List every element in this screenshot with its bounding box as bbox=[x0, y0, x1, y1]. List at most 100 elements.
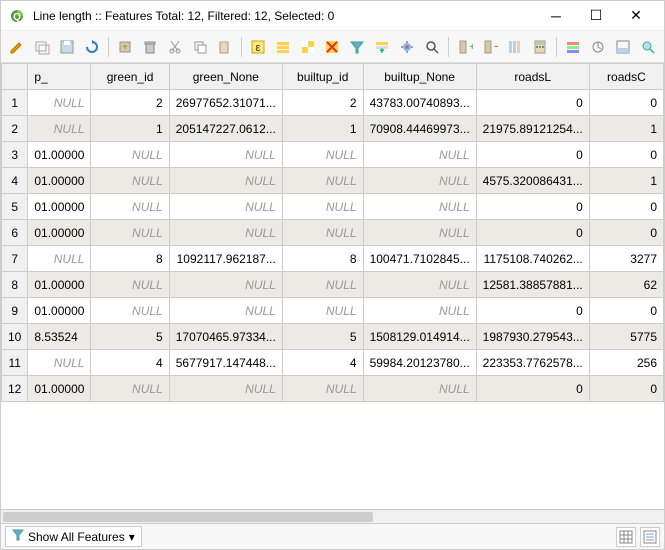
cell[interactable]: 12581.38857881... bbox=[476, 272, 589, 298]
cell[interactable]: 0 bbox=[476, 142, 589, 168]
cell[interactable]: 8 bbox=[91, 246, 169, 272]
column-header[interactable]: builtup_id bbox=[282, 64, 363, 90]
cell[interactable]: NULL bbox=[28, 246, 91, 272]
cell[interactable]: NULL bbox=[91, 298, 169, 324]
cell[interactable]: 8.53524 bbox=[28, 324, 91, 350]
horizontal-scrollbar[interactable] bbox=[1, 509, 664, 523]
select-expression-icon[interactable]: ε bbox=[248, 36, 269, 58]
row-header[interactable]: 9 bbox=[2, 298, 28, 324]
pan-to-icon[interactable] bbox=[396, 36, 417, 58]
cell[interactable]: 0 bbox=[589, 298, 663, 324]
conditional-format-icon[interactable] bbox=[563, 36, 584, 58]
cell[interactable]: NULL bbox=[363, 376, 476, 402]
edit-pencil-icon[interactable] bbox=[7, 36, 28, 58]
cell[interactable]: NULL bbox=[363, 168, 476, 194]
cell[interactable]: NULL bbox=[169, 298, 282, 324]
cell[interactable]: 0 bbox=[589, 90, 663, 116]
cell[interactable]: 2 bbox=[282, 90, 363, 116]
row-header[interactable]: 5 bbox=[2, 194, 28, 220]
cell[interactable]: NULL bbox=[91, 142, 169, 168]
table-row[interactable]: 601.00000NULLNULLNULLNULL00 bbox=[2, 220, 664, 246]
dock-icon[interactable] bbox=[612, 36, 633, 58]
row-header[interactable]: 1 bbox=[2, 90, 28, 116]
column-header[interactable]: green_id bbox=[91, 64, 169, 90]
cell[interactable]: 0 bbox=[476, 220, 589, 246]
cell[interactable]: NULL bbox=[28, 350, 91, 376]
cell[interactable]: NULL bbox=[91, 194, 169, 220]
cell[interactable]: NULL bbox=[169, 194, 282, 220]
cell[interactable]: 1508129.014914... bbox=[363, 324, 476, 350]
close-button[interactable]: ✕ bbox=[616, 2, 656, 30]
cell[interactable]: 5 bbox=[91, 324, 169, 350]
cell[interactable]: 01.00000 bbox=[28, 272, 91, 298]
column-header[interactable]: roadsL bbox=[476, 64, 589, 90]
cell[interactable]: 01.00000 bbox=[28, 194, 91, 220]
cell[interactable]: NULL bbox=[363, 220, 476, 246]
table-container[interactable]: p_green_idgreen_Nonebuiltup_idbuiltup_No… bbox=[1, 63, 664, 509]
cell[interactable]: 8 bbox=[282, 246, 363, 272]
cell[interactable]: 1 bbox=[589, 168, 663, 194]
filter-selection-icon[interactable] bbox=[347, 36, 368, 58]
cell[interactable]: NULL bbox=[169, 142, 282, 168]
cell[interactable]: NULL bbox=[282, 194, 363, 220]
invert-selection-icon[interactable] bbox=[297, 36, 318, 58]
actions-icon[interactable] bbox=[588, 36, 609, 58]
cell[interactable]: 0 bbox=[476, 298, 589, 324]
table-row[interactable]: 501.00000NULLNULLNULLNULL00 bbox=[2, 194, 664, 220]
select-all-icon[interactable] bbox=[273, 36, 294, 58]
cell[interactable]: 4 bbox=[282, 350, 363, 376]
table-row[interactable]: 301.00000NULLNULLNULLNULL00 bbox=[2, 142, 664, 168]
cell[interactable]: 01.00000 bbox=[28, 376, 91, 402]
row-header[interactable]: 8 bbox=[2, 272, 28, 298]
cell[interactable]: 1 bbox=[282, 116, 363, 142]
table-row[interactable]: 7NULL81092117.962187...8100471.7102845..… bbox=[2, 246, 664, 272]
zoom-to-icon[interactable] bbox=[421, 36, 442, 58]
table-row[interactable]: 1201.00000NULLNULLNULLNULL00 bbox=[2, 376, 664, 402]
save-icon[interactable] bbox=[57, 36, 78, 58]
cell[interactable]: 4 bbox=[91, 350, 169, 376]
cell[interactable]: 1092117.962187... bbox=[169, 246, 282, 272]
row-header[interactable]: 4 bbox=[2, 168, 28, 194]
column-header[interactable]: p_ bbox=[28, 64, 91, 90]
cell[interactable]: 62 bbox=[589, 272, 663, 298]
cell[interactable]: NULL bbox=[28, 90, 91, 116]
cell[interactable]: 100471.7102845... bbox=[363, 246, 476, 272]
row-header[interactable]: 3 bbox=[2, 142, 28, 168]
cell[interactable]: NULL bbox=[91, 220, 169, 246]
cell[interactable]: NULL bbox=[282, 142, 363, 168]
table-row[interactable]: 108.53524517070465.97334...51508129.0149… bbox=[2, 324, 664, 350]
cell[interactable]: 01.00000 bbox=[28, 220, 91, 246]
cell[interactable]: 01.00000 bbox=[28, 168, 91, 194]
corner-header[interactable] bbox=[2, 64, 28, 90]
organize-columns-icon[interactable] bbox=[504, 36, 525, 58]
cell[interactable]: 2 bbox=[91, 90, 169, 116]
scrollbar-thumb[interactable] bbox=[3, 512, 373, 522]
row-header[interactable]: 7 bbox=[2, 246, 28, 272]
cell[interactable]: 0 bbox=[589, 142, 663, 168]
cell[interactable]: NULL bbox=[91, 272, 169, 298]
cell[interactable]: NULL bbox=[363, 142, 476, 168]
multiedit-icon[interactable] bbox=[32, 36, 53, 58]
paste-icon[interactable] bbox=[214, 36, 235, 58]
table-row[interactable]: 11NULL45677917.147448...459984.20123780.… bbox=[2, 350, 664, 376]
form-view-icon[interactable] bbox=[640, 527, 660, 547]
table-view-icon[interactable] bbox=[616, 527, 636, 547]
table-row[interactable]: 901.00000NULLNULLNULLNULL00 bbox=[2, 298, 664, 324]
cell[interactable]: 5775 bbox=[589, 324, 663, 350]
cell[interactable]: NULL bbox=[282, 168, 363, 194]
column-header[interactable]: green_None bbox=[169, 64, 282, 90]
cell[interactable]: 0 bbox=[589, 376, 663, 402]
row-header[interactable]: 11 bbox=[2, 350, 28, 376]
cell[interactable]: 1175108.740262... bbox=[476, 246, 589, 272]
delete-icon[interactable] bbox=[140, 36, 161, 58]
cell[interactable]: 205147227.0612... bbox=[169, 116, 282, 142]
cell[interactable]: 3277 bbox=[589, 246, 663, 272]
cell[interactable]: NULL bbox=[363, 272, 476, 298]
cell[interactable]: 1987930.279543... bbox=[476, 324, 589, 350]
cell[interactable]: 01.00000 bbox=[28, 142, 91, 168]
move-top-icon[interactable] bbox=[372, 36, 393, 58]
field-calculator-icon[interactable] bbox=[529, 36, 550, 58]
cell[interactable]: NULL bbox=[363, 298, 476, 324]
filter-button[interactable]: Show All Features ▾ bbox=[5, 526, 142, 547]
table-row[interactable]: 801.00000NULLNULLNULLNULL12581.38857881.… bbox=[2, 272, 664, 298]
